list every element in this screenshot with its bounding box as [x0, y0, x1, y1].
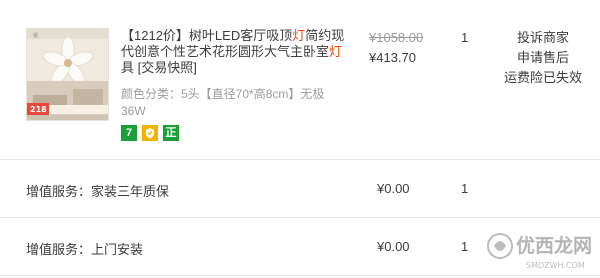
order-item-row: 银 218 【1212价】树叶LED客厅吸顶灯简约现代创意个性艺术花形圆形大气主…: [0, 0, 600, 160]
lamp-image: 银 218: [27, 29, 108, 120]
service-badges: 7 正: [121, 125, 179, 141]
service-row: 增值服务：家装三年质保 ¥0.00 1: [0, 160, 600, 218]
item-actions: 投诉商家 申请售后 运费险已失效: [503, 28, 583, 88]
price-banner: 218: [30, 105, 47, 114]
shield-icon[interactable]: [142, 125, 158, 141]
service-quantity: 1: [461, 239, 469, 254]
original-price: ¥1058.00: [369, 30, 424, 45]
sku-info: 颜色分类：5头【直径70*高8cm】无极36W: [121, 87, 325, 118]
quantity: 1: [461, 30, 469, 45]
service-label: 增值服务：家装三年质保: [26, 184, 170, 199]
apply-after-sale-link[interactable]: 申请售后: [503, 48, 583, 68]
seven-day-return-icon[interactable]: 7: [121, 125, 137, 141]
product-title-link[interactable]: 【1212价】树叶LED客厅吸顶灯简约现代创意个性艺术花形圆形大气主卧室灯具 […: [121, 28, 344, 75]
watermark-main-text: 优西龙网: [516, 234, 592, 257]
service-label: 增值服务：上门安装: [26, 242, 144, 257]
current-price: ¥413.70: [369, 50, 416, 65]
svg-text:银: 银: [33, 32, 38, 39]
snapshot-link[interactable]: 具 [交易快照]: [121, 60, 197, 75]
title-text-1: 【1212价】树叶LED客厅吸顶: [121, 28, 293, 43]
watermark-sub-text: SMDZWH.COM: [526, 261, 585, 270]
complain-seller-link[interactable]: 投诉商家: [503, 28, 583, 48]
site-watermark: 优西龙网 SMDZWH.COM: [486, 224, 598, 274]
genuine-icon[interactable]: 正: [163, 125, 179, 141]
shipping-insurance-status: 运费险已失效: [503, 70, 582, 85]
title-highlight-2: 灯: [329, 44, 343, 59]
title-highlight-1: 灯: [292, 28, 306, 43]
service-price: ¥0.00: [377, 181, 410, 196]
product-thumbnail[interactable]: 银 218: [26, 28, 109, 121]
service-price: ¥0.00: [377, 239, 410, 254]
service-quantity: 1: [461, 181, 469, 196]
product-title[interactable]: 【1212价】树叶LED客厅吸顶灯简约现代创意个性艺术花形圆形大气主卧室灯具 […: [121, 28, 349, 76]
